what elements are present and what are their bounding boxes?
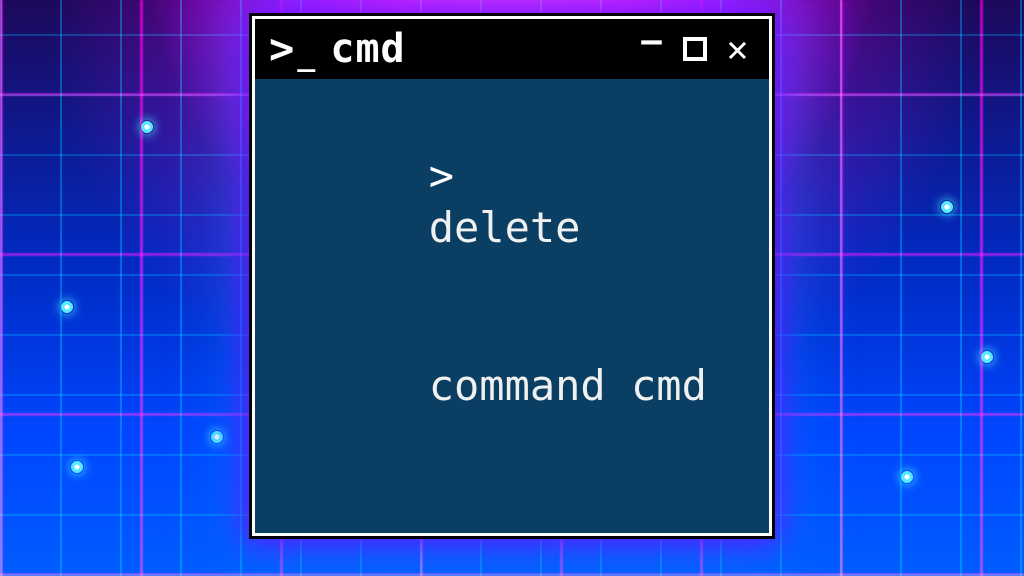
circuit-node-icon: [900, 470, 914, 484]
terminal-line: command cmd: [277, 307, 747, 465]
close-button[interactable]: ✕: [721, 32, 755, 66]
terminal-text: command cmd: [429, 361, 707, 410]
window-controls: — ✕: [635, 32, 755, 66]
terminal-line: > delete: [277, 97, 747, 307]
terminal-prompt: >: [429, 151, 480, 200]
circuit-node-icon: [60, 300, 74, 314]
prompt-gt-glyph: >: [269, 28, 295, 70]
circuit-node-icon: [980, 350, 994, 364]
maximize-button[interactable]: [683, 37, 707, 61]
minimize-button[interactable]: —: [635, 24, 669, 58]
circuit-node-icon: [940, 200, 954, 214]
terminal-text: delete: [429, 203, 581, 252]
prompt-underscore-glyph: _: [297, 41, 316, 71]
circuit-node-icon: [70, 460, 84, 474]
terminal-window[interactable]: > _ cmd — ✕ > delete command cmd: [252, 16, 772, 536]
circuit-node-icon: [210, 430, 224, 444]
window-title: cmd: [330, 26, 405, 72]
titlebar[interactable]: > _ cmd — ✕: [255, 19, 769, 79]
circuit-node-icon: [140, 120, 154, 134]
prompt-icon: > _: [269, 28, 316, 70]
terminal-body[interactable]: > delete command cmd: [255, 79, 769, 483]
